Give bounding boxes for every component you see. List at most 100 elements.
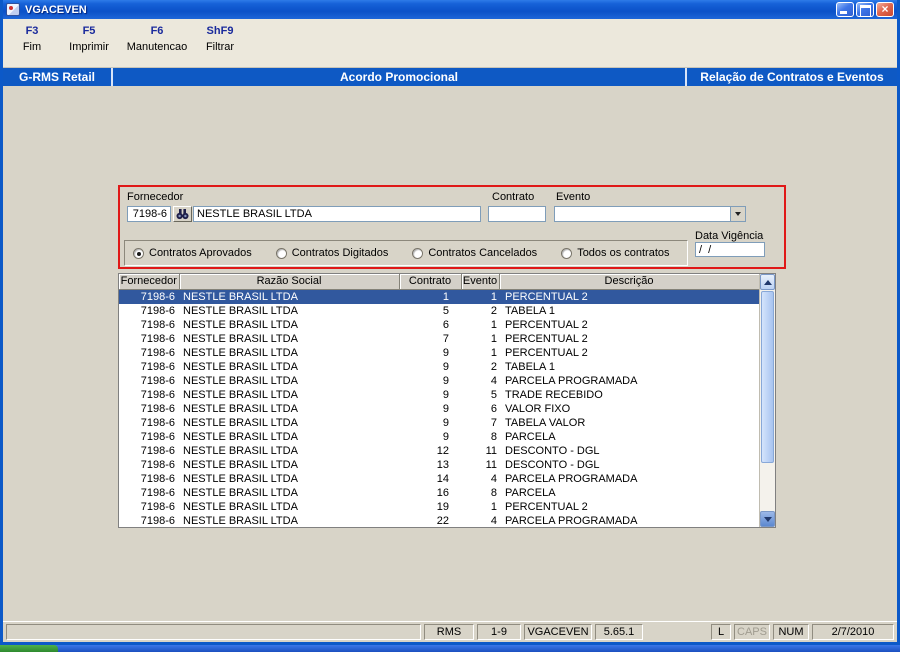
radio-label: Contratos Cancelados [428,247,538,259]
grid-cell: 9 [442,416,449,429]
grid-row[interactable]: 7198-6 NESTLE BRASIL LTDA 5 2 TABELA 1 [119,304,759,318]
fornecedor-name-field[interactable] [193,206,481,222]
radio-label: Todos os contratos [577,247,670,259]
app-window: VGACEVEN F3 Fim F5 Imprimir F6 Manutenca… [0,0,900,645]
scroll-up-button[interactable] [760,274,775,290]
grid-cell: DESCONTO - DGL [505,444,600,457]
header-screen-subtitle: Relação de Contratos e Eventos [685,68,897,86]
grid-cell: 9 [442,360,449,373]
grid-row[interactable]: 7198-6 NESTLE BRASIL LTDA 9 5 TRADE RECEBIDO [119,388,759,402]
col-header-contrato[interactable]: Contrato [399,274,462,290]
grid-row[interactable]: 7198-6 NESTLE BRASIL LTDA 22 4 PARCELA PROGR… [119,514,759,528]
toolbar-fim-button[interactable]: F3 Fim [9,24,55,54]
radio-todos-os-contratos[interactable]: Todos os contratos [561,247,670,259]
grid-cell: 8 [490,430,497,443]
data-vigencia-input[interactable] [695,242,765,257]
grid-cell: NESTLE BRASIL LTDA [183,458,298,471]
grid-cell: 5 [442,304,449,317]
grid-cell: PERCENTUAL 2 [505,318,588,331]
grid-row[interactable]: 7198-6 NESTLE BRASIL LTDA 13 11 DESCONTO - D… [119,458,759,472]
radio-icon [275,247,287,259]
grid-cell: 7198-6 [140,514,175,527]
grid-row[interactable]: 7198-6 NESTLE BRASIL LTDA 16 8 PARCELA [119,486,759,500]
header-app-name: G-RMS Retail [3,68,113,86]
grid-cell: 9 [442,388,449,401]
grid-cell: 7 [442,332,449,345]
toolbar-manutencao-key: F6 [150,25,164,37]
col-header-razao-social[interactable]: Razão Social [179,274,400,290]
grid-cell: 7 [490,416,497,429]
toolbar-manutencao-label: Manutencao [126,41,188,53]
toolbar-filtrar-button[interactable]: ShF9 Filtrar [195,24,245,54]
grid-cell: 6 [442,318,449,331]
grid-row[interactable]: 7198-6 NESTLE BRASIL LTDA 9 6 VALOR FIXO [119,402,759,416]
grid-cell: 7198-6 [140,388,175,401]
grid-cell: VALOR FIXO [505,402,571,415]
radio-contratos-cancelados[interactable]: Contratos Cancelados [412,247,537,259]
start-button-edge[interactable] [0,645,58,652]
grid-cell: NESTLE BRASIL LTDA [183,346,298,359]
evento-combo-input[interactable] [555,207,730,221]
grid-cell: 4 [490,514,497,527]
grid-vertical-scrollbar[interactable] [759,274,775,527]
col-header-fornecedor[interactable]: Fornecedor [119,274,180,290]
fornecedor-search-button[interactable] [173,206,192,222]
contrato-input[interactable] [488,206,546,222]
status-message-area [6,624,421,640]
grid-cell: PARCELA PROGRAMADA [505,472,638,485]
radio-contratos-digitados[interactable]: Contratos Digitados [275,247,388,259]
grid-row[interactable]: 7198-6 NESTLE BRASIL LTDA 12 11 DESCONTO - D… [119,444,759,458]
grid-row[interactable]: 7198-6 NESTLE BRASIL LTDA 9 2 TABELA 1 [119,360,759,374]
taskbar-edge [0,645,900,652]
grid-row[interactable]: 7198-6 NESTLE BRASIL LTDA 6 1 PERCENTUAL 2 [119,318,759,332]
grid-cell: NESTLE BRASIL LTDA [183,374,298,387]
status-date: 2/7/2010 [812,624,894,640]
grid-cell: 13 [436,458,449,471]
grid-cell: TABELA 1 [505,360,555,373]
grid-row[interactable]: 7198-6 NESTLE BRASIL LTDA 9 8 PARCELA [119,430,759,444]
status-num-indicator: NUM [773,624,809,640]
status-version: 5.65.1 [595,624,643,640]
toolbar-imprimir-key: F5 [82,25,96,37]
col-header-evento[interactable]: Evento [461,274,500,290]
fornecedor-code-input[interactable] [127,206,171,222]
radio-contratos-aprovados[interactable]: Contratos Aprovados [133,247,252,259]
evento-dropdown-button[interactable] [730,207,745,221]
grid-cell: 7198-6 [119,289,179,304]
grid-row[interactable]: 7198-6 NESTLE BRASIL LTDA 1 1 PERCENTUAL 2 [119,289,759,304]
grid-cell: 7198-6 [140,318,175,331]
grid-row[interactable]: 7198-6 NESTLE BRASIL LTDA 9 4 PARCELA PROGRA… [119,374,759,388]
status-l-indicator: L [711,624,731,640]
app-icon [6,3,20,16]
grid-row[interactable]: 7198-6 NESTLE BRASIL LTDA 14 4 PARCELA PROGR… [119,472,759,486]
grid-row[interactable]: 7198-6 NESTLE BRASIL LTDA 9 7 TABELA VALOR [119,416,759,430]
radio-icon [412,247,424,259]
grid-row[interactable]: 7198-6 NESTLE BRASIL LTDA 19 1 PERCENTUAL 2 [119,500,759,514]
grid-cell: PARCELA [505,430,556,443]
toolbar: F3 Fim F5 Imprimir F6 Manutencao ShF9 Fi… [3,19,897,68]
grid-cell: NESTLE BRASIL LTDA [183,514,298,527]
grid-row[interactable]: 7198-6 NESTLE BRASIL LTDA 7 1 PERCENTUAL 2 [119,332,759,346]
evento-combo[interactable] [554,206,746,222]
toolbar-imprimir-button[interactable]: F5 Imprimir [59,24,119,54]
grid-cell: NESTLE BRASIL LTDA [183,500,298,513]
grid-cell: 14 [436,472,449,485]
toolbar-manutencao-button[interactable]: F6 Manutencao [123,24,191,54]
minimize-button[interactable] [836,2,854,17]
contract-filter-radio-group: Contratos Aprovados Contratos Digitados … [124,240,688,266]
grid-cell: NESTLE BRASIL LTDA [179,289,399,304]
grid-cell: 11 [485,458,497,471]
grid-cell: TRADE RECEBIDO [505,388,603,401]
scroll-down-button[interactable] [760,511,775,527]
grid-row[interactable]: 7198-6 NESTLE BRASIL LTDA 9 1 PERCENTUAL 2 [119,346,759,360]
grid-cell: NESTLE BRASIL LTDA [183,388,298,401]
status-caps-indicator: CAPS [734,624,770,640]
radio-icon [561,247,573,259]
grid-cell: 1 [399,289,461,304]
close-button[interactable] [876,2,894,17]
maximize-button[interactable] [856,2,874,17]
grid-cell: 19 [436,500,449,513]
col-header-descricao[interactable]: Descrição [499,274,759,290]
grid-cell: 7198-6 [140,360,175,373]
scrollbar-thumb[interactable] [761,291,774,463]
